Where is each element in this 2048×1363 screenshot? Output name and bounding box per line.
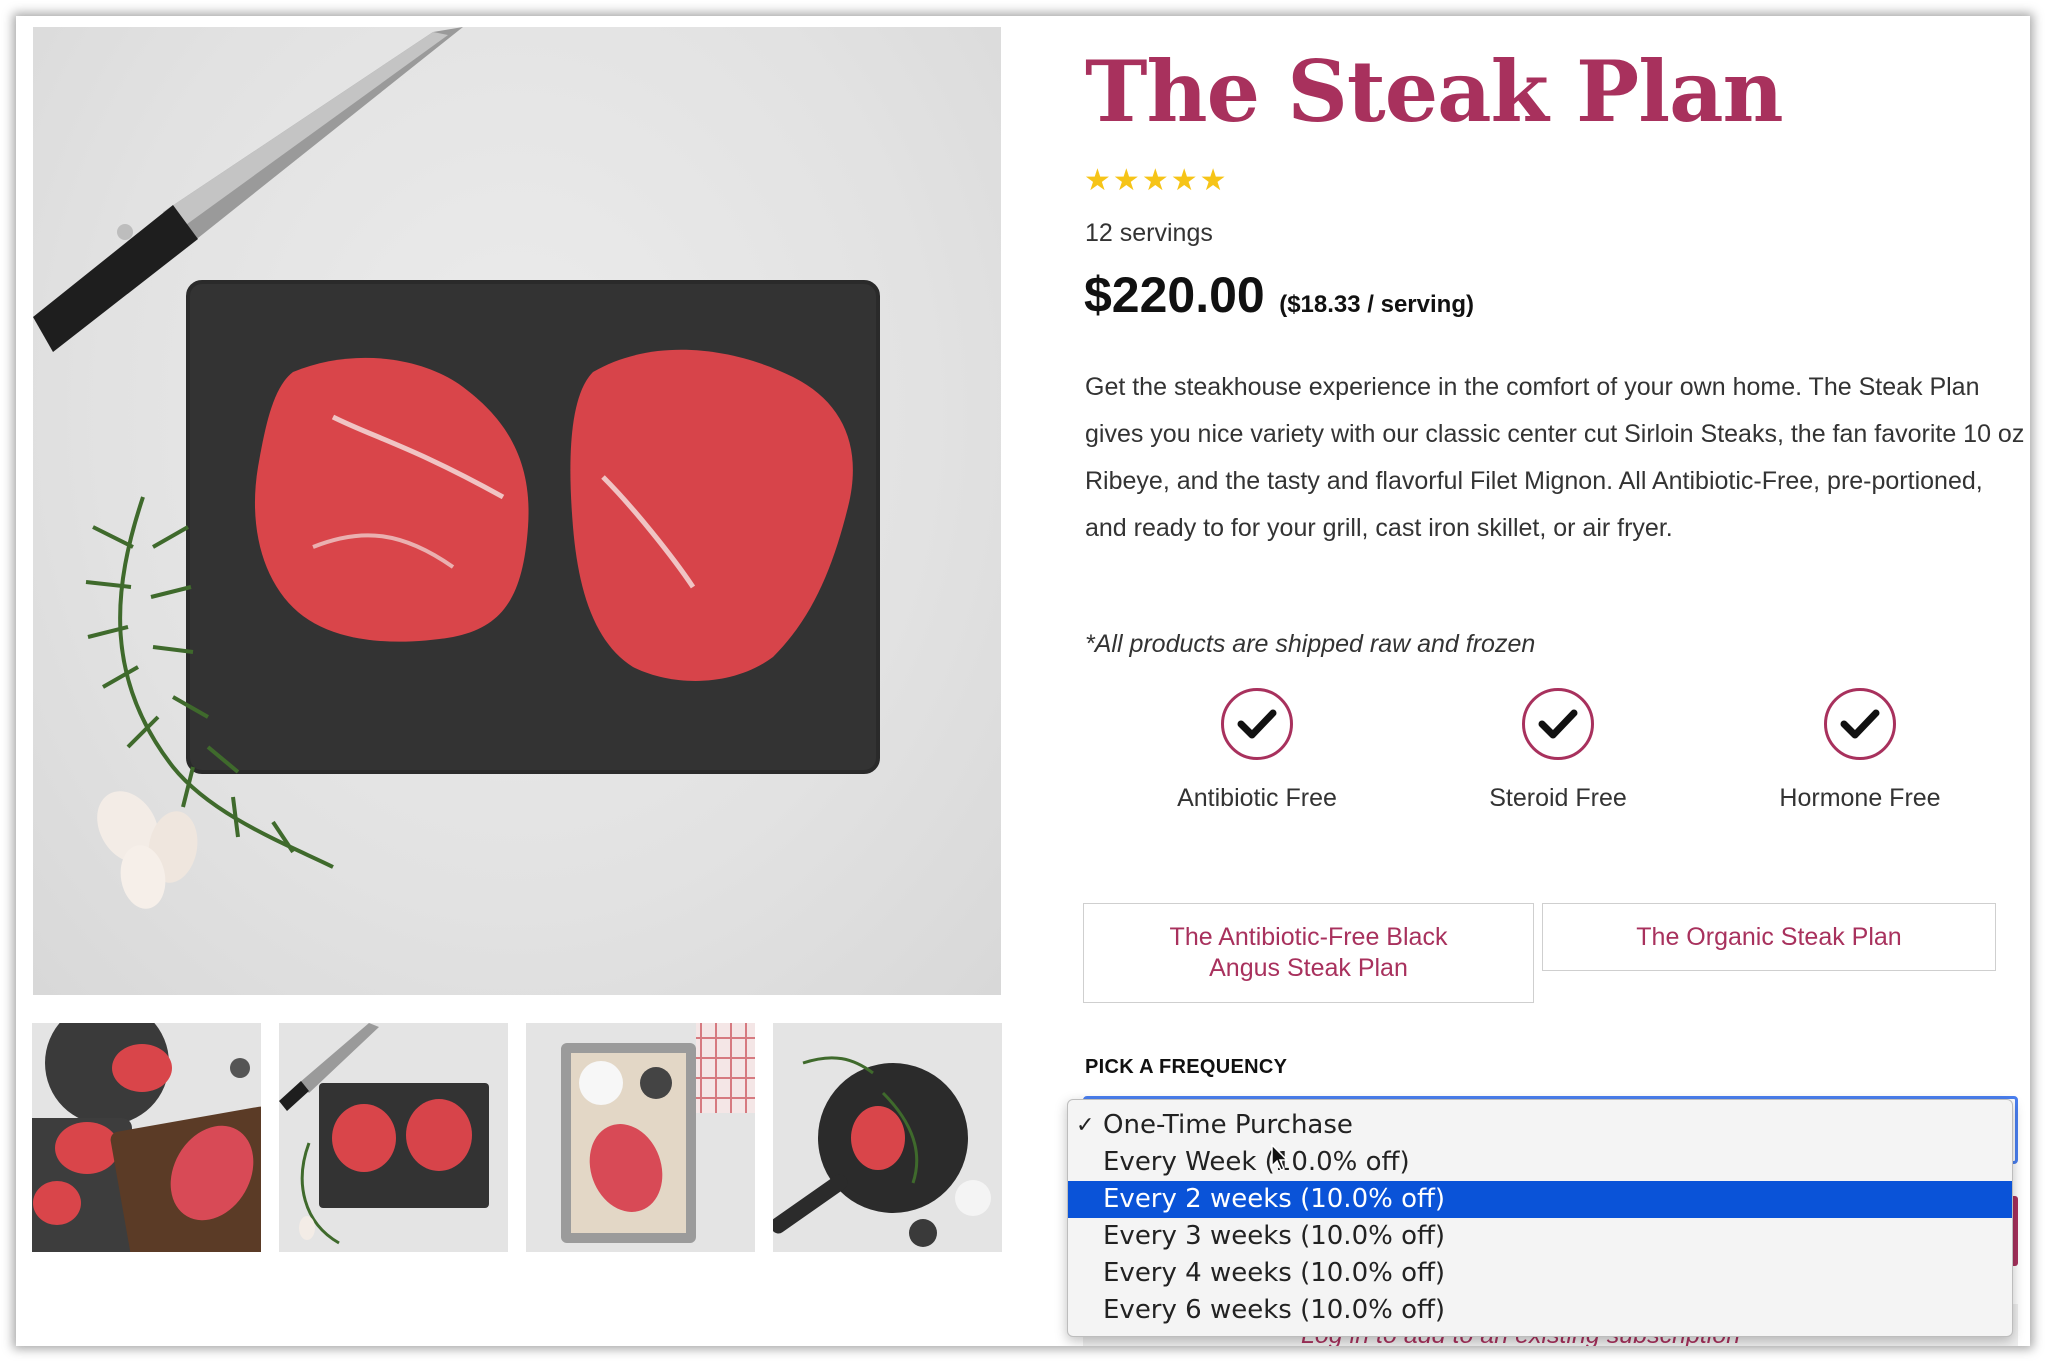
frequency-option-every-6-weeks[interactable]: Every 6 weeks (10.0% off) [1068, 1292, 2012, 1329]
page-frame: The Steak Plan ★ ★ ★ ★ ★ 12 servings $22… [16, 16, 2030, 1346]
option-label: Every 2 weeks (10.0% off) [1103, 1184, 1446, 1214]
thumbnail-3[interactable] [526, 1023, 755, 1252]
variant-organic-button[interactable]: The Organic Steak Plan [1542, 903, 1996, 971]
frequency-label: PICK A FREQUENCY [1085, 1056, 1288, 1078]
thumbnail-2[interactable] [279, 1023, 508, 1252]
thumbnail-1[interactable] [32, 1023, 261, 1252]
star-icon: ★ [1170, 164, 1198, 197]
frequency-option-every-week[interactable]: Every Week (10.0% off) [1068, 1144, 2012, 1181]
check-circle-icon [1221, 688, 1293, 760]
main-product-image[interactable] [33, 27, 1001, 995]
price-per-serving: ($18.33 / serving) [1279, 291, 1474, 318]
frequency-dropdown-menu[interactable]: ✓ One-Time Purchase Every Week (10.0% of… [1067, 1099, 2013, 1337]
price-row: $220.00 ($18.33 / serving) [1084, 266, 1474, 324]
option-label: Every Week (10.0% off) [1103, 1147, 1410, 1177]
badge-label: Hormone Free [1779, 784, 1941, 812]
option-label: Every 4 weeks (10.0% off) [1103, 1258, 1446, 1288]
option-label: Every 6 weeks (10.0% off) [1103, 1295, 1446, 1325]
star-rating[interactable]: ★ ★ ★ ★ ★ [1084, 166, 1227, 196]
price: $220.00 [1084, 267, 1265, 323]
product-description: Get the steakhouse experience in the com… [1085, 373, 2025, 542]
frequency-option-every-2-weeks[interactable]: Every 2 weeks (10.0% off) [1068, 1181, 2012, 1218]
badge-label: Antibiotic Free [1177, 784, 1337, 812]
star-icon: ★ [1199, 164, 1227, 197]
badge-steroid-free: Steroid Free [1408, 688, 1708, 813]
servings-count: 12 servings [1085, 219, 1213, 247]
checkmark-icon: ✓ [1076, 1113, 1095, 1138]
variant-black-angus-button[interactable]: The Antibiotic-Free Black Angus Steak Pl… [1083, 903, 1534, 1003]
frequency-option-every-3-weeks[interactable]: Every 3 weeks (10.0% off) [1068, 1218, 2012, 1255]
option-label: Every 3 weeks (10.0% off) [1103, 1221, 1446, 1251]
frequency-option-one-time[interactable]: ✓ One-Time Purchase [1068, 1107, 2012, 1144]
frequency-option-every-4-weeks[interactable]: Every 4 weeks (10.0% off) [1068, 1255, 2012, 1292]
badge-hormone-free: Hormone Free [1710, 688, 2010, 813]
thumbnail-4[interactable] [773, 1023, 1002, 1252]
star-icon: ★ [1112, 164, 1140, 197]
shipping-note: *All products are shipped raw and frozen [1085, 630, 1536, 658]
mouse-cursor-icon [1271, 1144, 1289, 1171]
option-label: One-Time Purchase [1103, 1110, 1353, 1140]
check-circle-icon [1522, 688, 1594, 760]
badge-antibiotic-free: Antibiotic Free [1107, 688, 1407, 813]
star-icon: ★ [1084, 164, 1111, 197]
check-circle-icon [1824, 688, 1896, 760]
star-icon: ★ [1141, 164, 1169, 197]
badge-label: Steroid Free [1489, 784, 1627, 812]
product-title: The Steak Plan [1085, 42, 1784, 141]
